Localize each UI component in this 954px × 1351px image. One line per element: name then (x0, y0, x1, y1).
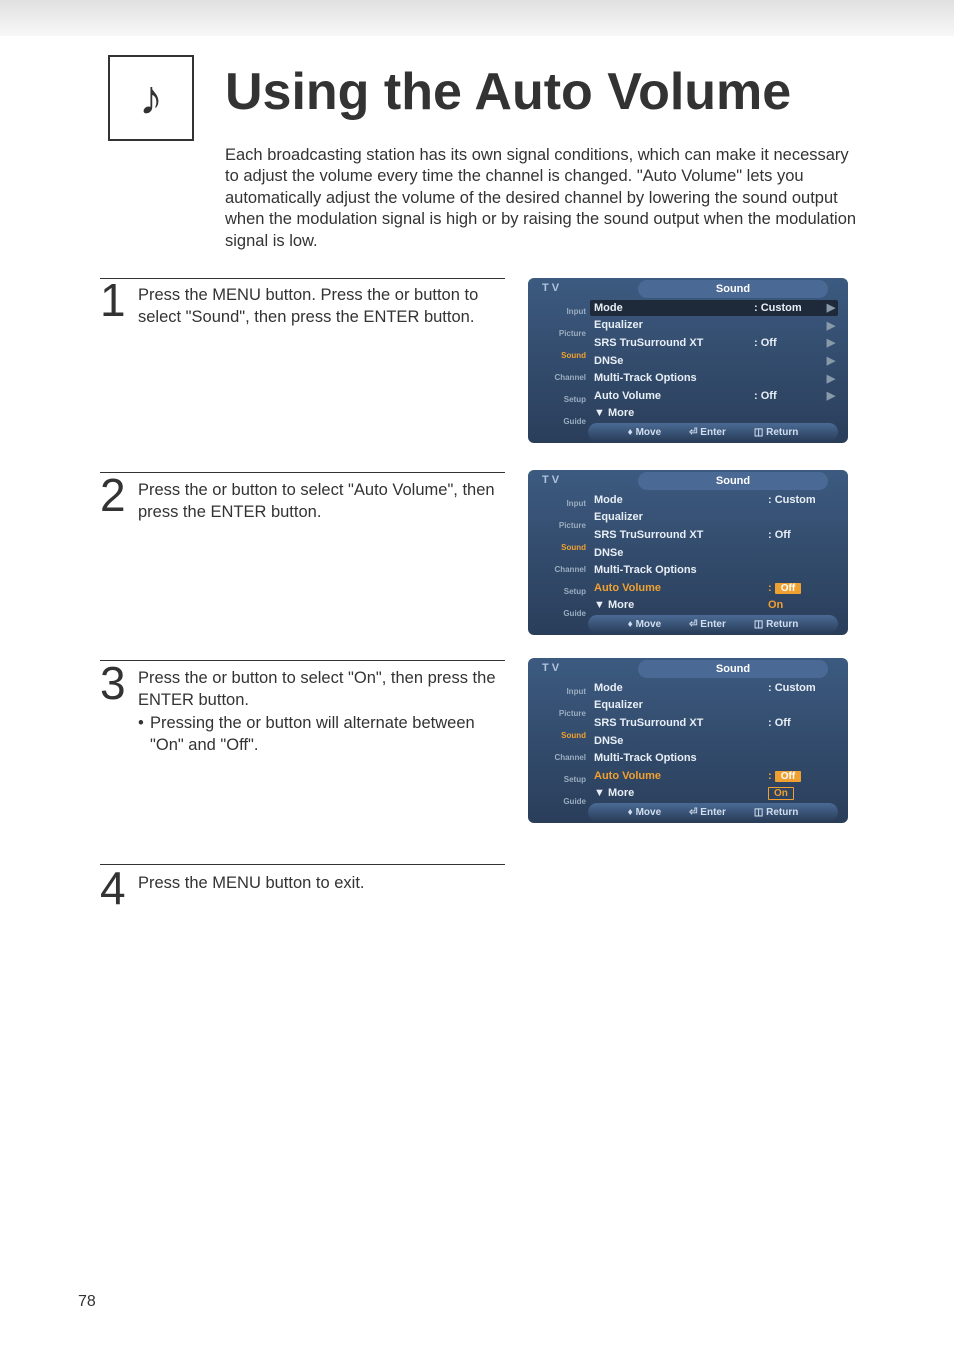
value-on-outlined: On (768, 787, 794, 800)
sidebar-item-sound: Sound (534, 724, 588, 746)
footer-return: ◫ Return (754, 427, 798, 438)
sidebar-item-setup: Setup (534, 580, 588, 602)
osd-row: ▼ MoreOn (594, 785, 838, 801)
step-divider (100, 472, 505, 473)
footer-return: ◫ Return (754, 807, 798, 818)
osd-row: SRS TruSurround XT: Off (594, 527, 838, 543)
sidebar-item-channel: Channel (534, 558, 588, 580)
sidebar-item-input: Input (534, 492, 588, 514)
footer-return: ◫ Return (754, 619, 798, 630)
sidebar-item-input: Input (534, 680, 588, 702)
osd-content: Mode: Custom▶ Equalizer▶ SRS TruSurround… (594, 300, 838, 421)
osd-menu-title: Sound (638, 472, 828, 490)
osd-row: Multi-Track Options▶ (594, 370, 838, 386)
sidebar-item-sound: Sound (534, 536, 588, 558)
sidebar-item-setup: Setup (534, 768, 588, 790)
osd-sidebar: Input Picture Sound Channel Setup Guide (534, 300, 588, 437)
osd-row: DNSe (594, 545, 838, 561)
footer-enter: ⏎ Enter (689, 619, 726, 630)
osd-row: Equalizer (594, 510, 838, 526)
osd-footer: ♦ Move ⏎ Enter ◫ Return (588, 615, 838, 633)
sidebar-item-guide: Guide (534, 410, 588, 432)
osd-screenshot-1: T V Sound Input Picture Sound Channel Se… (528, 278, 848, 443)
osd-row: Mode: Custom▶ (590, 300, 838, 316)
step-number: 4 (100, 868, 138, 909)
sound-note-icon: ♪ (108, 55, 194, 141)
step-number: 2 (100, 475, 138, 524)
step-divider (100, 278, 505, 279)
osd-row: DNSe▶ (594, 353, 838, 369)
step-4: 4 Press the MENU button to exit. (100, 868, 503, 909)
osd-footer: ♦ Move ⏎ Enter ◫ Return (588, 803, 838, 821)
step-divider (100, 660, 505, 661)
step-2: 2 Press the or button to select "Auto Vo… (100, 475, 503, 524)
sidebar-item-sound: Sound (534, 344, 588, 366)
step-body: Press the or button to select "Auto Volu… (138, 475, 503, 524)
step-1: 1 Press the MENU button. Press the or bu… (100, 280, 503, 329)
step-divider (100, 864, 505, 865)
osd-row: DNSe (594, 733, 838, 749)
footer-move: ♦ Move (628, 427, 661, 438)
osd-row-highlighted: Auto Volume: Off (594, 768, 838, 784)
osd-screenshot-3: T V Sound Input Picture Sound Channel Se… (528, 658, 848, 823)
osd-row: Multi-Track Options (594, 750, 838, 766)
osd-row: ▼ MoreOn (594, 597, 838, 613)
osd-row: Equalizer▶ (594, 318, 838, 334)
osd-menu-title: Sound (638, 660, 828, 678)
intro-paragraph: Each broadcasting station has its own si… (225, 145, 860, 252)
osd-sidebar: Input Picture Sound Channel Setup Guide (534, 492, 588, 629)
osd-row: Mode: Custom (594, 492, 838, 508)
footer-move: ♦ Move (628, 807, 661, 818)
osd-row-highlighted: Auto Volume: Off (594, 580, 838, 596)
osd-row: SRS TruSurround XT: Off (594, 715, 838, 731)
sidebar-item-picture: Picture (534, 702, 588, 724)
step-number: 1 (100, 280, 138, 329)
osd-footer: ♦ Move ⏎ Enter ◫ Return (588, 423, 838, 441)
osd-row: SRS TruSurround XT: Off▶ (594, 335, 838, 351)
sidebar-item-picture: Picture (534, 322, 588, 344)
step-body: Press the or button to select "On", then… (138, 663, 503, 756)
sidebar-item-picture: Picture (534, 514, 588, 536)
osd-row: Mode: Custom (594, 680, 838, 696)
value-off: Off (775, 771, 801, 782)
footer-enter: ⏎ Enter (689, 427, 726, 438)
step-body: Press the MENU button to exit. (138, 868, 503, 909)
step-body: Press the MENU button. Press the or butt… (138, 280, 503, 329)
value-off-highlighted: Off (775, 583, 801, 594)
osd-row: ▼ More (594, 405, 838, 421)
step-3: 3 Press the or button to select "On", th… (100, 663, 503, 756)
sidebar-item-channel: Channel (534, 366, 588, 388)
page-header-strip (0, 0, 954, 36)
footer-move: ♦ Move (628, 619, 661, 630)
osd-row: Auto Volume: Off▶ (594, 388, 838, 404)
osd-menu-title: Sound (638, 280, 828, 298)
value-on: On (768, 599, 838, 611)
sidebar-item-guide: Guide (534, 790, 588, 812)
page-number: 78 (78, 1293, 96, 1311)
osd-content: Mode: Custom Equalizer SRS TruSurround X… (594, 680, 838, 801)
osd-tv-label: T V (542, 474, 559, 486)
page-title: Using the Auto Volume (225, 62, 791, 122)
osd-tv-label: T V (542, 282, 559, 294)
osd-tv-label: T V (542, 662, 559, 674)
sidebar-item-setup: Setup (534, 388, 588, 410)
sidebar-item-input: Input (534, 300, 588, 322)
footer-enter: ⏎ Enter (689, 807, 726, 818)
osd-screenshot-2: T V Sound Input Picture Sound Channel Se… (528, 470, 848, 635)
osd-row: Equalizer (594, 698, 838, 714)
sidebar-item-channel: Channel (534, 746, 588, 768)
osd-content: Mode: Custom Equalizer SRS TruSurround X… (594, 492, 838, 613)
osd-row: Multi-Track Options (594, 562, 838, 578)
sidebar-item-guide: Guide (534, 602, 588, 624)
osd-sidebar: Input Picture Sound Channel Setup Guide (534, 680, 588, 817)
step-number: 3 (100, 663, 138, 756)
